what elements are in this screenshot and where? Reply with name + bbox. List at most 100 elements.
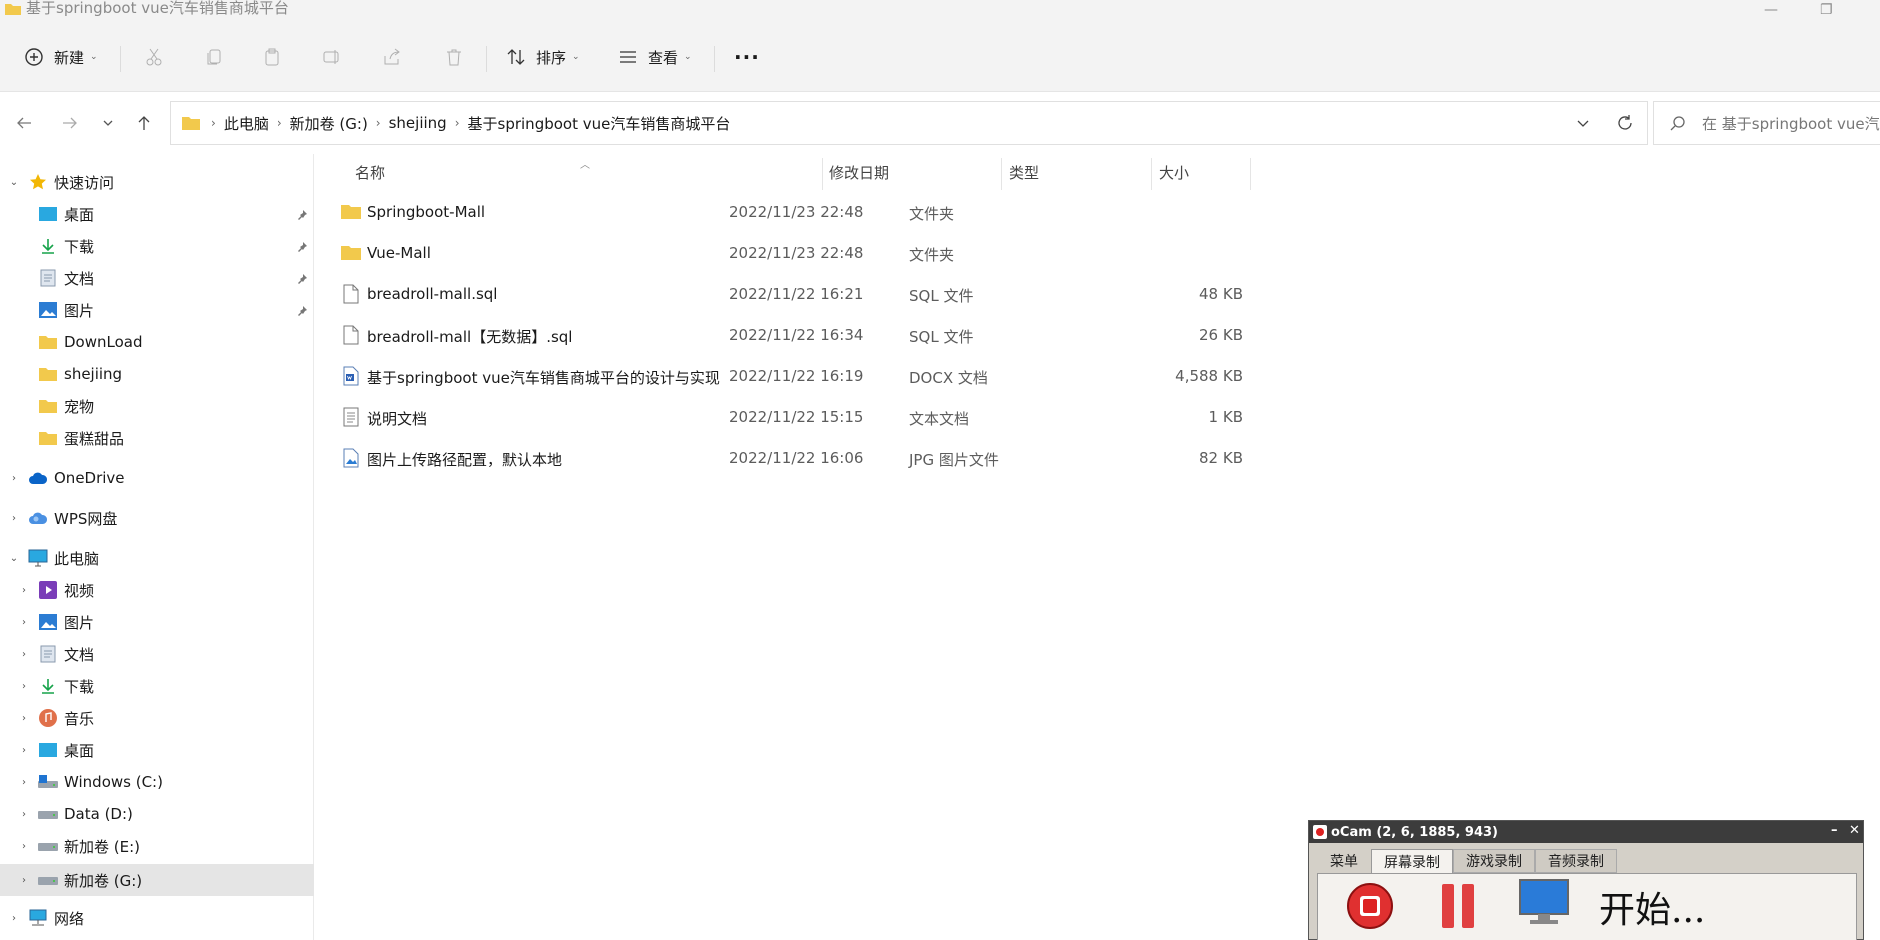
sidebar-item-wps[interactable]: › WPS网盘 bbox=[0, 502, 314, 534]
file-row-vue-mall[interactable]: Vue-Mall 2022/11/23 22:48 文件夹 bbox=[337, 237, 1567, 271]
tab-menu[interactable]: 菜单 bbox=[1317, 849, 1371, 873]
sidebar-item-pc-desktop[interactable]: › 桌面 bbox=[0, 734, 314, 766]
file-row-design-docx[interactable]: 基于springboot vue汽车销售商城平台的设计与实现 2022/11/2… bbox=[337, 360, 1567, 394]
column-divider[interactable] bbox=[822, 158, 823, 190]
sidebar-item-shejiing[interactable]: shejiing bbox=[0, 358, 314, 390]
sidebar-item-downloads[interactable]: 下载 bbox=[0, 230, 314, 262]
chevron-right-icon[interactable]: › bbox=[8, 913, 20, 924]
rename-button[interactable] bbox=[322, 42, 342, 72]
chevron-right-icon[interactable]: › bbox=[8, 513, 20, 524]
sidebar-item-videos[interactable]: › 视频 bbox=[0, 574, 314, 606]
pin-icon[interactable] bbox=[296, 239, 308, 257]
close-button[interactable]: ✕ bbox=[1849, 823, 1860, 838]
file-row-breadroll-nodata-sql[interactable]: breadroll-mall【无数据】.sql 2022/11/22 16:34… bbox=[337, 319, 1567, 353]
sidebar-item-drive-d[interactable]: › Data (D:) bbox=[0, 798, 314, 830]
file-size: 1 KB bbox=[1208, 408, 1243, 426]
chevron-down-icon[interactable]: ⌄ bbox=[8, 553, 20, 564]
sidebar-item-download-folder[interactable]: DownLoad bbox=[0, 326, 314, 358]
chevron-right-icon[interactable]: › bbox=[18, 777, 30, 788]
restore-button[interactable]: ❐ bbox=[1820, 2, 1833, 18]
delete-button[interactable] bbox=[444, 42, 464, 72]
chevron-right-icon[interactable]: › bbox=[18, 649, 30, 660]
file-row-readme-txt[interactable]: 说明文档 2022/11/22 15:15 文本文档 1 KB bbox=[337, 401, 1567, 435]
tab-audio-record[interactable]: 音频录制 bbox=[1535, 849, 1617, 873]
minimize-button[interactable]: – bbox=[1831, 823, 1838, 838]
column-divider[interactable] bbox=[1151, 158, 1152, 190]
address-bar[interactable]: › 此电脑 › 新加卷 (G:) › shejiing › 基于springbo… bbox=[170, 101, 1648, 145]
sidebar-item-pictures[interactable]: 图片 bbox=[0, 294, 314, 326]
chevron-right-icon[interactable]: › bbox=[18, 617, 30, 628]
sidebar-item-pc-pictures[interactable]: › 图片 bbox=[0, 606, 314, 638]
breadcrumb-this-pc[interactable]: 此电脑 bbox=[224, 113, 269, 134]
file-row-springboot-mall[interactable]: Springboot-Mall 2022/11/23 22:48 文件夹 bbox=[337, 196, 1567, 230]
column-header-date[interactable]: 修改日期 bbox=[829, 154, 889, 190]
pause-icon[interactable] bbox=[1438, 882, 1478, 934]
file-explorer-window: 基于springboot vue汽车销售商城平台 — ❐ 新建 ⌄ 排序 ⌄ 查… bbox=[0, 0, 1880, 940]
sidebar-item-documents[interactable]: 文档 bbox=[0, 262, 314, 294]
refresh-button[interactable] bbox=[1603, 114, 1647, 132]
sidebar-item-drive-e[interactable]: › 新加卷 (E:) bbox=[0, 830, 314, 862]
column-divider[interactable] bbox=[1250, 158, 1251, 190]
breadcrumb-shejiing[interactable]: shejiing bbox=[389, 114, 447, 132]
chevron-right-icon[interactable]: › bbox=[8, 473, 20, 484]
chevron-down-icon: ⌄ bbox=[90, 52, 98, 62]
sidebar-item-label: 文档 bbox=[64, 269, 95, 288]
sidebar-item-quick-access[interactable]: ⌄ 快速访问 bbox=[0, 166, 314, 198]
share-button[interactable] bbox=[382, 42, 402, 72]
tab-game-record[interactable]: 游戏录制 bbox=[1453, 849, 1535, 873]
search-box[interactable]: 在 基于springboot vue汽 bbox=[1653, 101, 1880, 145]
sidebar-item-onedrive[interactable]: › OneDrive bbox=[0, 462, 314, 494]
column-header-size[interactable]: 大小 bbox=[1159, 154, 1189, 190]
ocam-panel bbox=[1317, 873, 1857, 940]
ocam-title-bar[interactable]: oCam (2, 6, 1885, 943) – ✕ bbox=[1309, 821, 1863, 843]
sidebar-item-desktop[interactable]: 桌面 bbox=[0, 198, 314, 230]
tab-screen-record[interactable]: 屏幕录制 bbox=[1371, 849, 1453, 873]
address-dropdown-button[interactable] bbox=[1563, 116, 1603, 130]
view-button[interactable]: 查看 ⌄ bbox=[618, 42, 692, 72]
sidebar-item-network[interactable]: › 网络 bbox=[0, 902, 314, 934]
file-row-upload-config-jpg[interactable]: 图片上传路径配置，默认本地 2022/11/22 16:06 JPG 图片文件 … bbox=[337, 442, 1567, 476]
more-options-button[interactable]: ··· bbox=[734, 42, 760, 72]
pin-icon[interactable] bbox=[296, 271, 308, 289]
up-button[interactable] bbox=[130, 109, 158, 137]
sort-icon bbox=[506, 47, 526, 67]
sidebar-item-this-pc[interactable]: ⌄ 此电脑 bbox=[0, 542, 314, 574]
column-header-name[interactable]: 名称 bbox=[355, 154, 385, 190]
sidebar-item-drive-c[interactable]: › Windows (C:) bbox=[0, 766, 314, 798]
chevron-right-icon[interactable]: › bbox=[18, 585, 30, 596]
sort-button[interactable]: 排序 ⌄ bbox=[506, 42, 580, 72]
pin-icon[interactable] bbox=[296, 207, 308, 225]
chevron-right-icon[interactable]: › bbox=[18, 875, 30, 886]
minimize-button[interactable]: — bbox=[1764, 2, 1778, 18]
sidebar-item-drive-g[interactable]: › 新加卷 (G:) bbox=[0, 864, 314, 896]
chevron-right-icon[interactable]: › bbox=[18, 809, 30, 820]
chevron-right-icon[interactable]: › bbox=[18, 841, 30, 852]
sidebar-item-pc-documents[interactable]: › 文档 bbox=[0, 638, 314, 670]
sidebar-item-pets[interactable]: 宠物 bbox=[0, 390, 314, 422]
chevron-right-icon[interactable]: › bbox=[18, 681, 30, 692]
cut-button[interactable] bbox=[144, 42, 164, 72]
sidebar-item-cakes[interactable]: 蛋糕甜品 bbox=[0, 422, 314, 454]
sidebar-item-music[interactable]: › 音乐 bbox=[0, 702, 314, 734]
back-button[interactable] bbox=[10, 109, 38, 137]
file-row-breadroll-sql[interactable]: breadroll-mall.sql 2022/11/22 16:21 SQL … bbox=[337, 278, 1567, 312]
chevron-right-icon[interactable]: › bbox=[18, 713, 30, 724]
breadcrumb-drive-g[interactable]: 新加卷 (G:) bbox=[290, 113, 368, 134]
sidebar-item-pc-downloads[interactable]: › 下载 bbox=[0, 670, 314, 702]
chevron-down-icon[interactable]: ⌄ bbox=[8, 177, 20, 188]
sidebar-item-label: WPS网盘 bbox=[54, 509, 118, 528]
file-date: 2022/11/23 22:48 bbox=[729, 203, 864, 221]
new-button[interactable]: 新建 ⌄ bbox=[24, 42, 98, 72]
pin-icon[interactable] bbox=[296, 303, 308, 321]
column-header-type[interactable]: 类型 bbox=[1009, 154, 1039, 190]
chevron-right-icon[interactable]: › bbox=[18, 745, 30, 756]
paste-button[interactable] bbox=[262, 42, 282, 72]
copy-button[interactable] bbox=[204, 42, 224, 72]
column-divider[interactable] bbox=[1001, 158, 1002, 190]
recent-locations-button[interactable] bbox=[94, 109, 122, 137]
screen-capture-icon[interactable] bbox=[1518, 878, 1570, 930]
more-label: ··· bbox=[734, 45, 760, 69]
breadcrumb-current-folder[interactable]: 基于springboot vue汽车销售商城平台 bbox=[468, 113, 731, 134]
forward-button[interactable] bbox=[56, 109, 84, 137]
record-stop-icon[interactable] bbox=[1346, 882, 1394, 934]
